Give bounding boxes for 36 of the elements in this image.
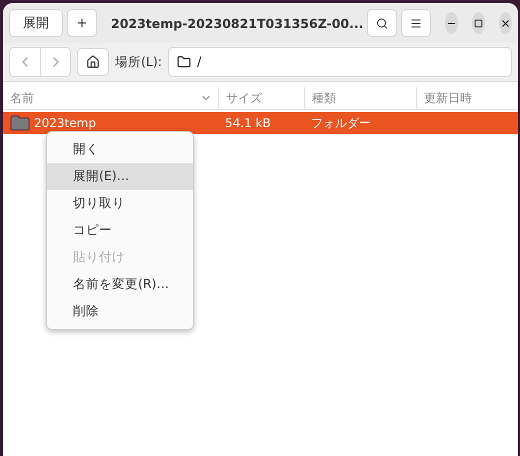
column-label: 種類	[312, 90, 336, 106]
folder-icon	[176, 55, 191, 69]
menu-item[interactable]: 開く	[47, 136, 193, 163]
maximize-button[interactable]	[472, 12, 486, 34]
home-button[interactable]	[77, 48, 109, 76]
close-button[interactable]	[499, 12, 512, 34]
search-icon	[376, 16, 388, 30]
add-button[interactable]: +	[67, 9, 97, 37]
column-label: サイズ	[226, 90, 262, 106]
type-cell-text: フォルダー	[310, 114, 372, 132]
extract-button[interactable]: 展開	[9, 9, 63, 37]
column-label: 更新日時	[424, 90, 472, 106]
column-header[interactable]: サイズ	[218, 87, 304, 109]
search-button[interactable]	[367, 9, 398, 37]
file-name: 2023temp	[34, 116, 96, 130]
maximize-icon	[474, 18, 484, 28]
menu-item[interactable]: 切り取り	[47, 190, 193, 217]
menu-item[interactable]: 削除	[47, 298, 193, 325]
size-cell-text: 54.1 kB	[224, 116, 272, 130]
location-label: 場所(L):	[115, 54, 162, 70]
menu-item[interactable]: 展開(E)…	[47, 163, 193, 190]
column-header[interactable]: 種類	[304, 87, 416, 109]
column-header[interactable]: 名前	[3, 87, 218, 109]
location-path: /	[196, 54, 202, 70]
close-icon	[500, 18, 512, 28]
folder-icon	[10, 115, 30, 131]
window-title: 2023temp-20230821T031356Z-00...	[110, 16, 364, 30]
column-label: 名前	[10, 90, 34, 106]
menu-item[interactable]: コピー	[47, 217, 193, 244]
menu-button[interactable]	[401, 9, 432, 37]
home-icon	[86, 55, 100, 69]
location-field[interactable]: /	[168, 47, 512, 77]
file-row[interactable]: 2023temp 54.1 kB フォルダー	[3, 112, 518, 134]
minimize-button[interactable]	[445, 12, 458, 34]
menu-item[interactable]: 名前を変更(R)…	[47, 271, 193, 298]
column-header[interactable]: 更新日時	[416, 87, 518, 109]
